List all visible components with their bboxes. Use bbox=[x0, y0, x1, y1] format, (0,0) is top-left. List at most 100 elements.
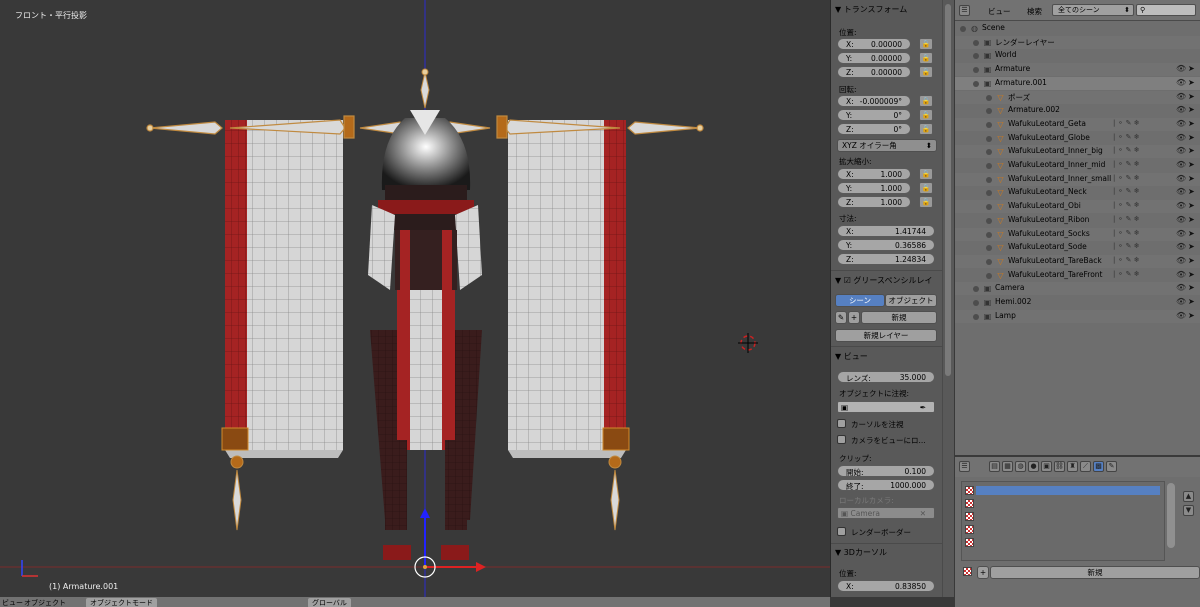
selectable-arrow-icon[interactable]: ➤ bbox=[1188, 256, 1195, 265]
visibility-eye-icon[interactable]: 👁 bbox=[1176, 187, 1186, 196]
brush-icon[interactable]: ✎ bbox=[1106, 461, 1117, 472]
view-panel-header[interactable]: ▼ ビュー bbox=[835, 351, 868, 362]
outliner-view-menu[interactable]: ビュー bbox=[988, 6, 1011, 17]
expand-toggle-icon[interactable] bbox=[986, 231, 992, 238]
move-up-icon[interactable]: ▲ bbox=[1183, 491, 1194, 502]
outliner-row[interactable]: ▽ WafukuLeotard_Obi | ⚬ ✎ ❄ 👁 ➤ bbox=[955, 200, 1200, 214]
expand-toggle-icon[interactable] bbox=[973, 80, 979, 87]
outliner-search-field[interactable]: ⚲ bbox=[1136, 4, 1196, 16]
outliner-row[interactable]: ▣ World bbox=[955, 49, 1200, 62]
outliner-item-name[interactable]: World bbox=[995, 50, 1017, 59]
outliner-row[interactable]: ▽ WafukuLeotard_Ribon | ⚬ ✎ ❄ 👁 ➤ bbox=[955, 214, 1200, 227]
visibility-eye-icon[interactable]: 👁 bbox=[1176, 174, 1186, 183]
constraint-icon[interactable]: ⛓ bbox=[1054, 461, 1065, 472]
clip-start-field[interactable]: 開始: 0.100 bbox=[837, 465, 935, 477]
outliner-row[interactable]: ▽ WafukuLeotard_Globe | ⚬ ✎ ❄ 👁 ➤ bbox=[955, 132, 1200, 145]
selectable-arrow-icon[interactable]: ➤ bbox=[1188, 215, 1195, 224]
expand-toggle-icon[interactable] bbox=[986, 121, 992, 128]
outliner-item-name[interactable]: Scene bbox=[982, 23, 1005, 32]
outliner-row[interactable]: ▣ レンダーレイヤー bbox=[955, 35, 1200, 49]
lock-icon[interactable]: 🔒 bbox=[919, 95, 933, 107]
plus-icon[interactable]: + bbox=[977, 566, 989, 579]
selectable-arrow-icon[interactable]: ➤ bbox=[1188, 133, 1195, 142]
outliner-row[interactable]: ▽ WafukuLeotard_Geta | ⚬ ✎ ❄ 👁 ➤ bbox=[955, 117, 1200, 131]
3d-cursor-panel-header[interactable]: ▼ 3Dカーソル bbox=[835, 547, 887, 558]
outliner-item-name[interactable]: WafukuLeotard_Ribon bbox=[1008, 215, 1089, 224]
lock-icon[interactable]: 🔒 bbox=[919, 52, 933, 64]
outliner-row[interactable]: ▣ Armature 👁 ➤ bbox=[955, 63, 1200, 77]
transform-panel-header[interactable]: ▼ トランスフォーム bbox=[835, 4, 907, 15]
texture-slot-list[interactable] bbox=[961, 481, 1165, 561]
outliner-item-name[interactable]: WafukuLeotard_Obi bbox=[1008, 201, 1081, 210]
outliner-item-name[interactable]: WafukuLeotard_TareBack bbox=[1008, 256, 1102, 265]
rotation-z-field[interactable]: Z: 0° bbox=[837, 123, 911, 135]
visibility-eye-icon[interactable]: 👁 bbox=[1176, 119, 1186, 128]
selectable-arrow-icon[interactable]: ➤ bbox=[1188, 105, 1195, 114]
outliner-row[interactable]: ▽ WafukuLeotard_TareBack | ⚬ ✎ ❄ 👁 ➤ bbox=[955, 254, 1200, 268]
editor-type-icon[interactable]: ☰ bbox=[959, 5, 970, 16]
outliner-row[interactable]: ▣ Lamp 👁 ➤ bbox=[955, 309, 1200, 323]
expand-toggle-icon[interactable] bbox=[986, 108, 992, 115]
visibility-eye-icon[interactable]: 👁 bbox=[1176, 133, 1186, 142]
world-icon[interactable]: ● bbox=[1028, 461, 1039, 472]
outliner-item-name[interactable]: Lamp bbox=[995, 311, 1016, 320]
expand-toggle-icon[interactable] bbox=[973, 313, 979, 320]
mode-select[interactable]: オブジェクトモード bbox=[86, 598, 157, 607]
outliner-item-name[interactable]: Armature.002 bbox=[1008, 105, 1060, 114]
dimensions-x-field[interactable]: X: 1.41744 bbox=[837, 225, 935, 237]
texture-new-button[interactable]: 新規 bbox=[990, 566, 1200, 579]
plus-icon[interactable]: + bbox=[848, 311, 860, 324]
outliner-row[interactable]: ▽ WafukuLeotard_Inner_mid | ⚬ ✎ ❄ 👁 ➤ bbox=[955, 159, 1200, 172]
visibility-eye-icon[interactable]: 👁 bbox=[1176, 215, 1186, 224]
3d-viewport[interactable]: フロント・平行投影 (1) Armature.001 bbox=[0, 0, 830, 597]
selectable-arrow-icon[interactable]: ➤ bbox=[1188, 283, 1195, 292]
camera-to-view-checkbox[interactable] bbox=[837, 435, 846, 444]
outliner-item-name[interactable]: Armature.001 bbox=[995, 78, 1047, 87]
visibility-eye-icon[interactable]: 👁 bbox=[1176, 229, 1186, 238]
selectable-arrow-icon[interactable]: ➤ bbox=[1188, 311, 1195, 320]
outliner-search-menu[interactable]: 検索 bbox=[1027, 6, 1042, 17]
scale-x-field[interactable]: X: 1.000 bbox=[837, 168, 911, 180]
move-down-icon[interactable]: ▼ bbox=[1183, 505, 1194, 516]
visibility-eye-icon[interactable]: 👁 bbox=[1176, 270, 1186, 279]
outliner-item-name[interactable]: WafukuLeotard_Inner_big bbox=[1008, 146, 1103, 155]
visibility-eye-icon[interactable]: 👁 bbox=[1176, 146, 1186, 155]
outliner-item-name[interactable]: WafukuLeotard_Sode bbox=[1008, 242, 1087, 251]
location-y-field[interactable]: Y: 0.00000 bbox=[837, 52, 911, 64]
visibility-eye-icon[interactable]: 👁 bbox=[1176, 311, 1186, 320]
selectable-arrow-icon[interactable]: ➤ bbox=[1188, 64, 1195, 73]
selectable-arrow-icon[interactable]: ➤ bbox=[1188, 174, 1195, 183]
expand-toggle-icon[interactable] bbox=[973, 53, 979, 60]
outliner-item-name[interactable]: WafukuLeotard_Neck bbox=[1008, 187, 1087, 196]
expand-toggle-icon[interactable] bbox=[986, 245, 992, 252]
pencil-icon[interactable]: ✎ bbox=[835, 311, 847, 324]
expand-toggle-icon[interactable] bbox=[973, 300, 979, 306]
outliner-row[interactable]: ▽ WafukuLeotard_Socks | ⚬ ✎ ❄ 👁 ➤ bbox=[955, 227, 1200, 241]
slot-list-scrollbar[interactable] bbox=[1167, 483, 1175, 548]
lens-field[interactable]: レンズ: 35.000 bbox=[837, 371, 935, 383]
selectable-arrow-icon[interactable]: ➤ bbox=[1188, 119, 1195, 128]
rotation-y-field[interactable]: Y: 0° bbox=[837, 109, 911, 121]
lock-icon[interactable]: 🔒 bbox=[919, 109, 933, 121]
outliner-item-name[interactable]: ポーズ bbox=[1008, 92, 1030, 103]
render-icon[interactable]: ▤ bbox=[989, 461, 1000, 472]
visibility-eye-icon[interactable]: 👁 bbox=[1176, 242, 1186, 251]
local-camera-field[interactable]: ▣ Camera ✕ bbox=[837, 507, 935, 519]
lock-icon[interactable]: 🔒 bbox=[919, 168, 933, 180]
location-z-field[interactable]: Z: 0.00000 bbox=[837, 66, 911, 78]
selectable-arrow-icon[interactable]: ➤ bbox=[1188, 229, 1195, 238]
expand-toggle-icon[interactable] bbox=[986, 176, 992, 183]
expand-toggle-icon[interactable] bbox=[986, 217, 992, 224]
scale-z-field[interactable]: Z: 1.000 bbox=[837, 196, 911, 208]
outliner-row[interactable]: ▽ WafukuLeotard_TareFront | ⚬ ✎ ❄ 👁 ➤ bbox=[955, 269, 1200, 282]
location-x-field[interactable]: X: 0.00000 bbox=[837, 38, 911, 50]
outliner-item-name[interactable]: WafukuLeotard_TareFront bbox=[1008, 270, 1102, 279]
outliner-item-name[interactable]: WafukuLeotard_Globe bbox=[1008, 133, 1090, 142]
lock-icon[interactable]: 🔒 bbox=[919, 66, 933, 78]
lock-icon[interactable]: 🔒 bbox=[919, 38, 933, 50]
grease-scene-tab[interactable]: シーン bbox=[835, 294, 885, 307]
clip-end-field[interactable]: 終了: 1000.000 bbox=[837, 479, 935, 491]
outliner-row[interactable]: ▽ WafukuLeotard_Sode | ⚬ ✎ ❄ 👁 ➤ bbox=[955, 241, 1200, 254]
outliner-item-name[interactable]: WafukuLeotard_Inner_small bbox=[1008, 174, 1111, 183]
visibility-eye-icon[interactable]: 👁 bbox=[1176, 160, 1186, 169]
